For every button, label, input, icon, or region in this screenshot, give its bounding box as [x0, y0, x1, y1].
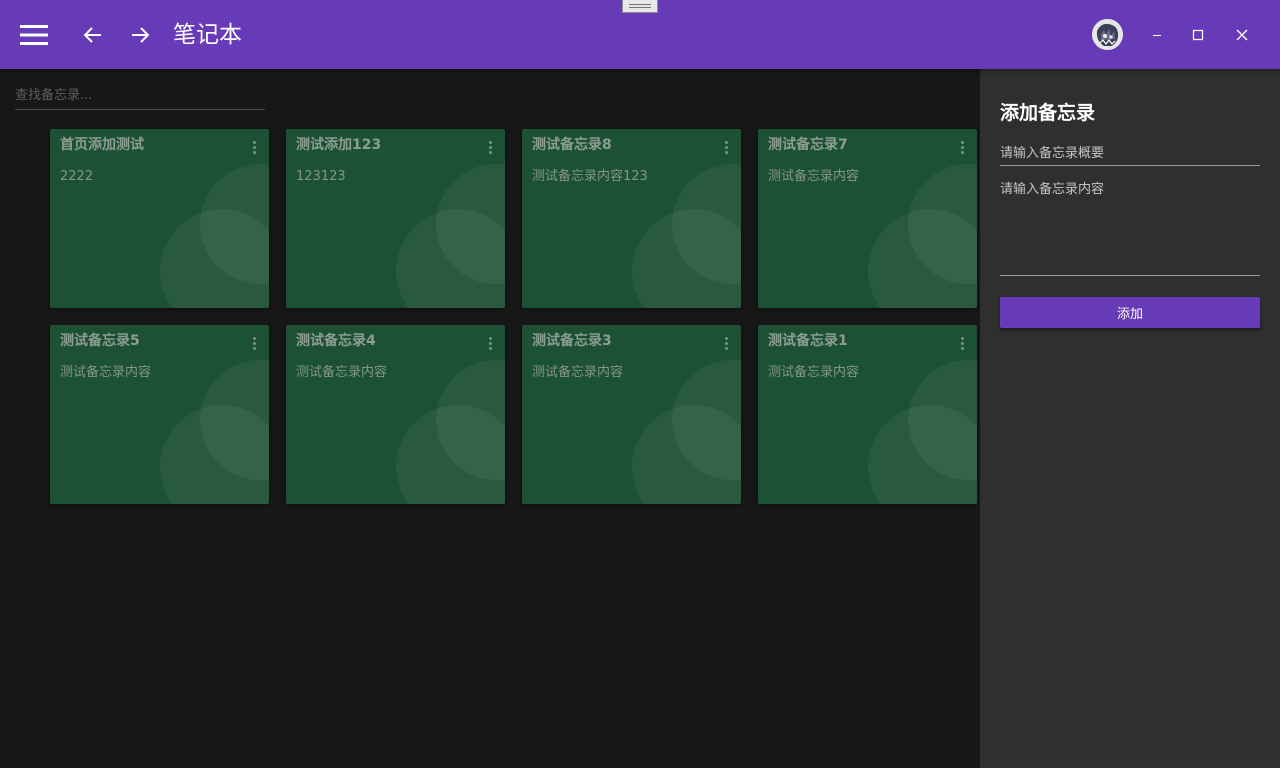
note-card[interactable]: 测试备忘录7 测试备忘录内容	[758, 129, 977, 308]
panel-title: 添加备忘录	[1000, 102, 1096, 124]
arrow-left-icon	[83, 27, 101, 43]
more-vertical-icon[interactable]	[484, 137, 496, 157]
summary-field	[1000, 142, 1260, 166]
note-content: 测试备忘录内容	[768, 365, 860, 380]
note-card[interactable]: 测试备忘录1 测试备忘录内容	[758, 325, 977, 504]
close-icon	[1236, 29, 1248, 41]
minimize-button[interactable]	[1142, 20, 1172, 50]
hamburger-menu-icon	[20, 25, 48, 45]
note-title: 测试备忘录8	[532, 137, 612, 153]
app-title: 笔记本	[173, 22, 242, 48]
more-vertical-icon[interactable]	[720, 137, 732, 157]
maximize-icon	[1192, 29, 1204, 41]
note-title: 测试备忘录5	[60, 333, 140, 349]
note-card[interactable]: 首页添加测试 2222	[50, 129, 269, 308]
note-card[interactable]: 测试备忘录5 测试备忘录内容	[50, 325, 269, 504]
note-content: 测试备忘录内容	[768, 169, 860, 184]
note-content: 测试备忘录内容	[60, 365, 152, 380]
summary-input[interactable]	[1000, 142, 1260, 165]
close-button[interactable]	[1227, 20, 1257, 50]
minimize-icon	[1153, 35, 1161, 36]
note-title: 测试备忘录1	[768, 333, 848, 349]
more-vertical-icon[interactable]	[484, 333, 496, 353]
card-decoration	[396, 405, 505, 504]
more-vertical-icon[interactable]	[956, 333, 968, 353]
note-title: 测试备忘录4	[296, 333, 376, 349]
back-button[interactable]	[75, 17, 111, 53]
card-decoration	[160, 209, 269, 308]
note-title: 测试备忘录3	[532, 333, 612, 349]
note-title: 测试备忘录7	[768, 137, 848, 153]
drag-handle[interactable]	[622, 0, 658, 13]
content-field	[1000, 178, 1260, 276]
card-decoration	[160, 405, 269, 504]
note-card[interactable]: 测试备忘录8 测试备忘录内容123	[522, 129, 741, 308]
search-input[interactable]	[15, 82, 265, 108]
title-bar: 笔记本	[0, 0, 1280, 69]
card-decoration	[868, 405, 977, 504]
note-card[interactable]: 测试备忘录4 测试备忘录内容	[286, 325, 505, 504]
avatar-image-icon	[1092, 19, 1123, 50]
user-avatar[interactable]	[1092, 19, 1123, 50]
search-box	[15, 82, 265, 110]
more-vertical-icon[interactable]	[956, 137, 968, 157]
note-content: 测试备忘录内容	[296, 365, 388, 380]
note-card[interactable]: 测试添加123 123123	[286, 129, 505, 308]
content-textarea[interactable]	[1000, 178, 1260, 274]
hamburger-menu-button[interactable]	[16, 17, 52, 53]
notes-area: 首页添加测试 2222 测试添加123 123123 测试备忘录8 测试备忘录内…	[0, 69, 980, 768]
forward-button[interactable]	[122, 17, 158, 53]
note-content: 测试备忘录内容	[532, 365, 624, 380]
card-decoration	[632, 209, 741, 308]
card-decoration	[868, 209, 977, 308]
note-content: 测试备忘录内容123	[532, 169, 648, 184]
more-vertical-icon[interactable]	[248, 333, 260, 353]
note-title: 首页添加测试	[60, 137, 144, 153]
more-vertical-icon[interactable]	[248, 137, 260, 157]
add-button[interactable]: 添加	[1000, 297, 1260, 328]
note-title: 测试添加123	[296, 137, 382, 153]
card-decoration	[396, 209, 505, 308]
add-note-panel: 添加备忘录 添加	[980, 69, 1280, 768]
card-decoration	[632, 405, 741, 504]
note-content: 123123	[296, 169, 346, 184]
more-vertical-icon[interactable]	[720, 333, 732, 353]
maximize-button[interactable]	[1183, 20, 1213, 50]
note-card[interactable]: 测试备忘录3 测试备忘录内容	[522, 325, 741, 504]
arrow-right-icon	[132, 27, 150, 43]
note-content: 2222	[60, 169, 94, 184]
